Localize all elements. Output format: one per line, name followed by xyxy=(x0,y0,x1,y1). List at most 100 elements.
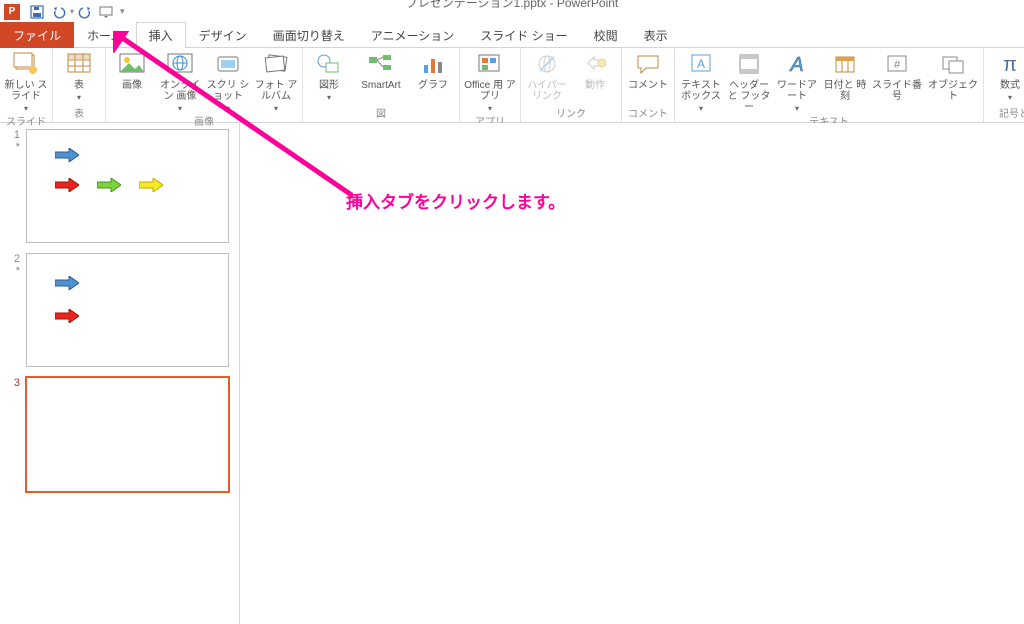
table-label: 表 xyxy=(74,80,84,91)
slide-number-button[interactable]: # スライド番号 xyxy=(871,50,923,102)
thumbnail-item[interactable]: 2* xyxy=(10,253,229,367)
screenshot-button[interactable]: スクリ ショット xyxy=(206,50,250,113)
thumbnail-slide[interactable] xyxy=(26,377,229,491)
svg-text:π: π xyxy=(1003,54,1017,75)
screenshot-label: スクリ ショット xyxy=(206,80,250,102)
workspace: 1*2*3 xyxy=(0,123,1024,624)
tab-transitions[interactable]: 画面切り替え xyxy=(260,22,358,48)
arrow-shape-icon xyxy=(139,178,163,192)
group-comments-label: コメント xyxy=(626,105,670,122)
smartart-icon xyxy=(365,50,397,78)
office-apps-button[interactable]: Office 用 アプリ xyxy=(464,50,516,113)
header-footer-button[interactable]: ヘッダーと フッター xyxy=(727,50,771,113)
tab-review[interactable]: 校閲 xyxy=(581,22,631,48)
thumbnail-number: 2* xyxy=(10,253,20,367)
office-apps-label: Office 用 アプリ xyxy=(464,80,516,102)
arrow-shape-icon xyxy=(55,148,79,162)
tab-view[interactable]: 表示 xyxy=(631,22,681,48)
wordart-button[interactable]: A ワードアート xyxy=(775,50,819,113)
arrow-shape-icon xyxy=(55,178,79,192)
tab-design[interactable]: デザイン xyxy=(186,22,260,48)
tab-animations[interactable]: アニメーション xyxy=(358,22,468,48)
header-footer-label: ヘッダーと フッター xyxy=(727,80,771,113)
screenshot-icon xyxy=(212,50,244,78)
smartart-button[interactable]: SmartArt xyxy=(355,50,407,91)
comment-label: コメント xyxy=(628,80,668,91)
tab-file[interactable]: ファイル xyxy=(0,22,74,48)
wordart-icon: A xyxy=(781,50,813,78)
photo-album-button[interactable]: フォト アルバム xyxy=(254,50,298,113)
slide-thumbnail-pane[interactable]: 1*2*3 xyxy=(0,123,240,624)
group-links-label: リンク xyxy=(525,105,617,122)
new-slide-icon xyxy=(10,50,42,78)
action-label: 動作 xyxy=(585,80,605,91)
powerpoint-app-icon xyxy=(4,4,20,20)
object-label: オブジェクト xyxy=(927,80,979,102)
redo-icon[interactable] xyxy=(74,1,96,23)
equation-icon: π xyxy=(994,50,1024,78)
group-illus-label: 図 xyxy=(307,105,455,122)
textbox-label: テキスト ボックス xyxy=(679,80,723,102)
tab-insert[interactable]: 挿入 xyxy=(136,22,186,48)
new-slide-button[interactable]: 新しい スライド xyxy=(4,50,48,113)
picture-label: 画像 xyxy=(122,80,142,91)
new-slide-label: 新しい スライド xyxy=(4,80,48,102)
slide-canvas[interactable] xyxy=(240,123,1024,624)
chart-button[interactable]: グラフ xyxy=(411,50,455,91)
tab-home[interactable]: ホーム xyxy=(74,22,136,48)
shapes-icon xyxy=(313,50,345,78)
slide-number-icon: # xyxy=(881,50,913,78)
table-button[interactable]: 表 xyxy=(57,50,101,102)
picture-icon xyxy=(116,50,148,78)
photo-album-label: フォト アルバム xyxy=(254,80,298,102)
wordart-label: ワードアート xyxy=(775,80,819,102)
svg-text:A: A xyxy=(697,57,705,71)
comment-button[interactable]: コメント xyxy=(626,50,670,91)
group-symbols-label: 記号と特殊文字 xyxy=(988,105,1024,122)
tab-slideshow[interactable]: スライド ショー xyxy=(467,22,580,48)
save-icon[interactable] xyxy=(26,1,48,23)
group-tables-label: 表 xyxy=(57,105,101,122)
arrow-shape-icon xyxy=(55,309,79,323)
chart-icon xyxy=(417,50,449,78)
date-time-icon xyxy=(829,50,861,78)
svg-text:A: A xyxy=(789,54,803,75)
action-button[interactable]: 動作 xyxy=(573,50,617,91)
equation-label: 数式 xyxy=(1000,80,1020,91)
object-icon xyxy=(937,50,969,78)
qat-customize-icon[interactable]: ▾ xyxy=(120,6,125,17)
comment-icon xyxy=(632,50,664,78)
equation-button[interactable]: π 数式 xyxy=(988,50,1024,102)
textbox-button[interactable]: A テキスト ボックス xyxy=(679,50,723,113)
slideshow-start-icon[interactable] xyxy=(96,1,118,23)
online-picture-label: オンライン 画像 xyxy=(158,80,202,102)
undo-icon[interactable] xyxy=(48,1,70,23)
action-icon xyxy=(579,50,611,78)
thumbnail-number: 1* xyxy=(10,129,20,243)
online-picture-icon xyxy=(164,50,196,78)
thumbnail-item[interactable]: 1* xyxy=(10,129,229,243)
thumbnail-slide[interactable] xyxy=(26,253,229,367)
smartart-label: SmartArt xyxy=(361,80,400,91)
date-time-button[interactable]: 日付と 時刻 xyxy=(823,50,867,102)
hyperlink-icon xyxy=(531,50,563,78)
office-apps-icon xyxy=(474,50,506,78)
online-picture-button[interactable]: オンライン 画像 xyxy=(158,50,202,113)
object-button[interactable]: オブジェクト xyxy=(927,50,979,102)
header-footer-icon xyxy=(733,50,765,78)
arrow-shape-icon xyxy=(97,178,121,192)
hyperlink-button[interactable]: ハイパーリンク xyxy=(525,50,569,102)
slide-number-label: スライド番号 xyxy=(871,80,923,102)
arrow-shape-icon xyxy=(55,276,79,290)
thumbnail-number: 3 xyxy=(10,377,20,491)
shapes-button[interactable]: 図形 xyxy=(307,50,351,102)
table-icon xyxy=(63,50,95,78)
picture-button[interactable]: 画像 xyxy=(110,50,154,91)
photo-album-icon xyxy=(260,50,292,78)
hyperlink-label: ハイパーリンク xyxy=(525,80,569,102)
date-time-label: 日付と 時刻 xyxy=(823,80,867,102)
window-title: プレゼンテーション1.pptx - PowerPoint xyxy=(406,0,618,11)
thumbnail-item[interactable]: 3 xyxy=(10,377,229,491)
thumbnail-slide[interactable] xyxy=(26,129,229,243)
chart-label: グラフ xyxy=(418,80,448,91)
